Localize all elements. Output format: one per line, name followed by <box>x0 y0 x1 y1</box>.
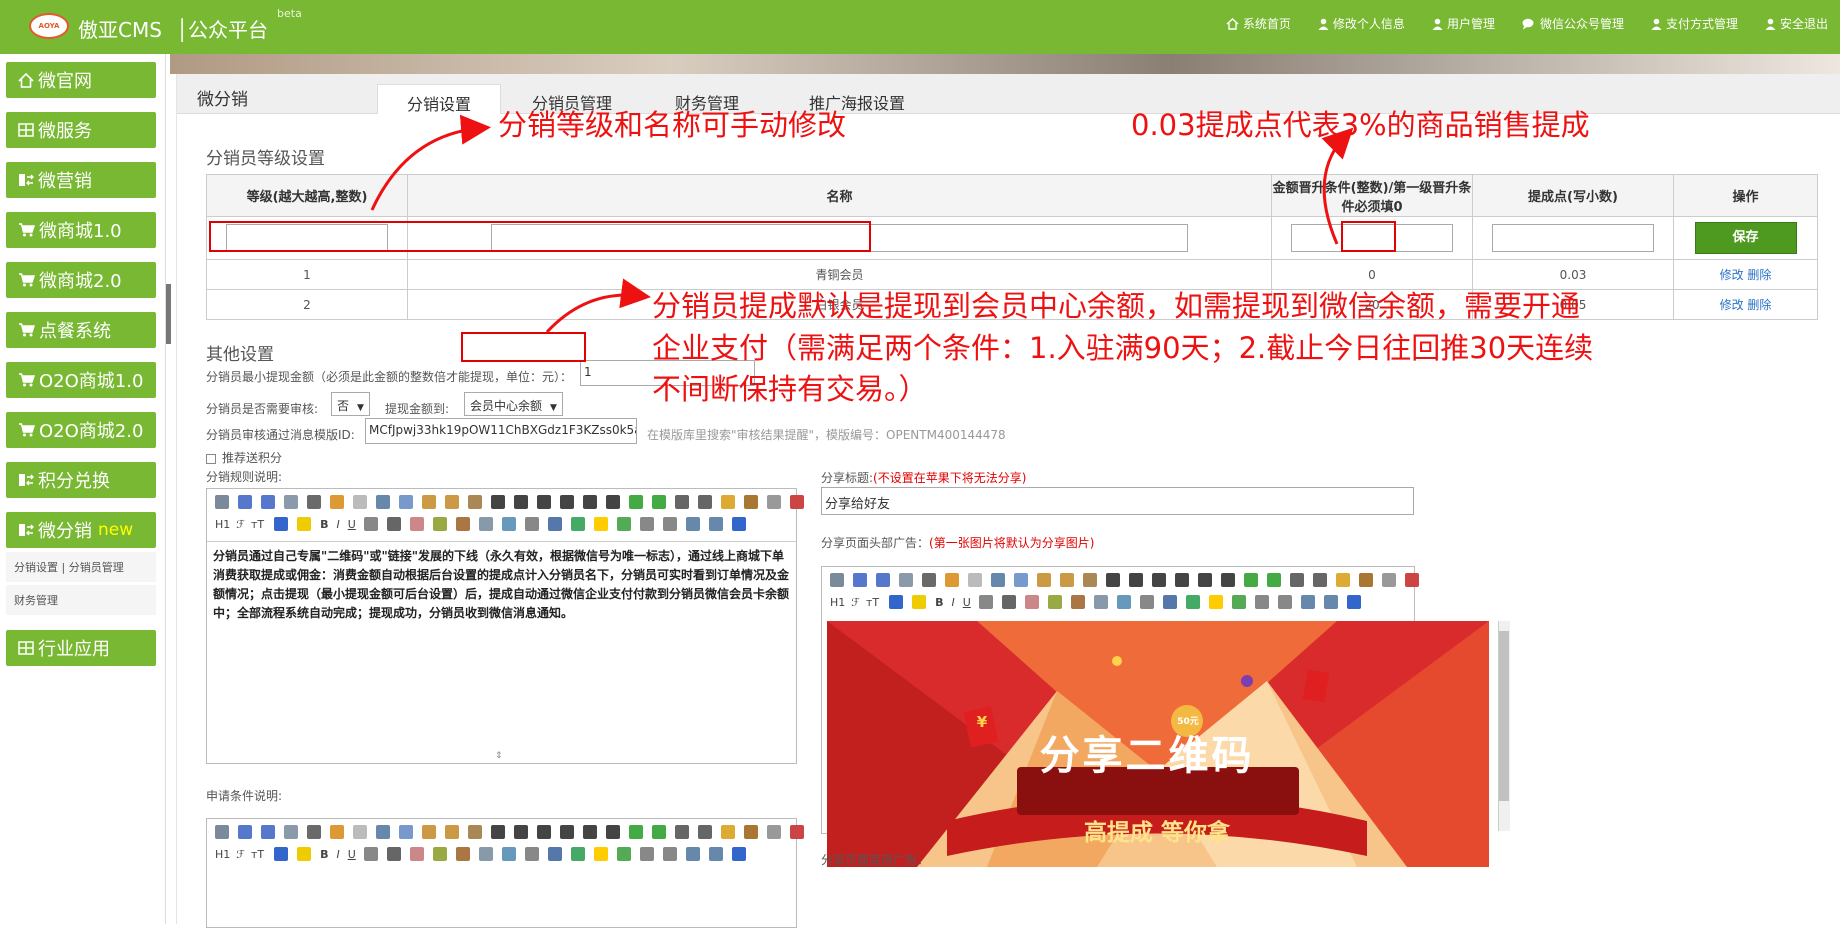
user-icon <box>1765 18 1776 30</box>
rules-text[interactable]: 分销员通过自己专属"二维码"或"链接"发展的下线（永久有效，根据微信号为唯一标志… <box>213 547 791 623</box>
dropdown-arrow-icon: ▼ <box>550 403 557 413</box>
cart-icon <box>19 373 35 387</box>
sidebar: 微官网 微服务 微营销 微商城1.0 微商城2.0 点餐系统 O2O商城1.0 … <box>0 54 166 924</box>
share-head-label: 分享页面头部广告：(第一张图片将默认为分享图片) <box>821 536 1095 550</box>
grid-icon <box>18 641 34 655</box>
cart-icon <box>19 323 35 337</box>
main-content: 微分销 分销设置 分销员管理 财务管理 推广海报设置 分销员等级设置 等级(越大… <box>176 74 1840 928</box>
withdraw-to-select[interactable]: 会员中心余额 ▼ <box>464 392 563 416</box>
platform-name: │公众平台 <box>176 18 269 42</box>
resize-grip-icon[interactable]: ⇕ <box>495 751 503 761</box>
apply-label: 申请条件说明: <box>206 789 283 803</box>
beta-badge: beta <box>277 7 302 20</box>
home-icon <box>1226 17 1239 30</box>
audit-label: 分销员是否需要审核: <box>206 402 319 416</box>
sidebar-item-mall2[interactable]: 微商城2.0 <box>6 262 156 298</box>
nav-home[interactable]: 系统首页 <box>1226 15 1291 32</box>
recommend-points-checkbox[interactable] <box>206 453 216 464</box>
sidebar-collapse-handle[interactable] <box>166 284 171 344</box>
share-foot-label: 分享页面底部广告： <box>821 853 930 867</box>
poster-title: 分享二维码 <box>1039 733 1255 779</box>
sidebar-sub-finance[interactable]: 财务管理 <box>6 585 156 615</box>
template-id-label: 分销员审核通过消息模版ID: <box>206 428 355 442</box>
sidebar-item-ordering[interactable]: 点餐系统 <box>6 312 156 348</box>
rules-editor: H1 ℱтT B I U 分销员通过自己专属"二维码"或"链接"发展的下线（永久有效，根… <box>206 488 804 764</box>
poster-subtitle: 高提成 等你拿 <box>1083 820 1230 846</box>
apply-editor: H1 ℱтT B I U <box>206 818 804 928</box>
cart-icon <box>19 273 35 287</box>
dropdown-arrow-icon: ▼ <box>357 403 364 413</box>
template-id-input[interactable]: MCfJpwj33hk19pOW11ChBXGdz1F3KZss0k5aWw5D… <box>365 418 637 444</box>
top-nav: 系统首页 修改个人信息 用户管理 微信公众号管理 支付方式管理 安全退出 <box>1199 15 1828 32</box>
nav-wechat[interactable]: 微信公众号管理 <box>1522 15 1624 32</box>
sidebar-item-mall1[interactable]: 微商城1.0 <box>6 212 156 248</box>
editor-toolbar-row2: H1 ℱтT B I U <box>830 595 1370 609</box>
scrollbar[interactable] <box>1498 621 1510 831</box>
editor-toolbar <box>215 495 813 509</box>
sidebar-item-distribution[interactable]: 微分销 new <box>6 512 156 548</box>
cart-icon <box>19 223 35 237</box>
poster-redpacket: ¥ <box>976 713 988 731</box>
poster-coin: 50元 <box>1177 717 1199 727</box>
editor-toolbar <box>830 573 1428 587</box>
nav-users[interactable]: 用户管理 <box>1432 15 1495 32</box>
user-icon <box>1651 18 1662 30</box>
sidebar-item-o2o2[interactable]: O2O商城2.0 <box>6 412 156 448</box>
annotation-arrows <box>370 114 1354 334</box>
sidebar-item-marketing[interactable]: 微营销 <box>6 162 156 198</box>
editor-toolbar-row2: H1 ℱтT B I U <box>215 517 755 531</box>
scrollbar-thumb[interactable] <box>1499 631 1509 801</box>
share-poster-image[interactable]: 分享二维码 高提成 等你拿 50元 ¥ <box>827 621 1489 867</box>
switch-icon <box>19 474 34 486</box>
nav-payment[interactable]: 支付方式管理 <box>1651 15 1738 32</box>
sidebar-item-o2o1[interactable]: O2O商城1.0 <box>6 362 156 398</box>
home-icon <box>18 72 34 88</box>
sidebar-sub-settings[interactable]: 分销设置 | 分销员管理 <box>6 552 156 582</box>
logo: AOYA <box>29 13 69 39</box>
sidebar-item-points[interactable]: 积分兑换 <box>6 462 156 498</box>
sidebar-item-service[interactable]: 微服务 <box>6 112 156 148</box>
withdraw-to-label: 提现金额到: <box>385 402 450 416</box>
recommend-points[interactable]: 推荐送积分 <box>206 449 282 466</box>
rules-label: 分销规则说明: <box>206 470 283 484</box>
new-badge: new <box>98 520 134 540</box>
nav-profile[interactable]: 修改个人信息 <box>1318 15 1405 32</box>
sidebar-item-industry[interactable]: 行业应用 <box>6 630 156 666</box>
grid-icon <box>18 123 34 137</box>
cart-icon <box>19 423 35 437</box>
switch-icon <box>19 174 34 186</box>
share-title-input[interactable]: 分享给好友 <box>821 487 1414 515</box>
user-icon <box>1432 18 1443 30</box>
template-hint: 在模版库里搜索"审核结果提醒"，模版编号：OPENTM400144478 <box>647 428 1006 442</box>
header-banner <box>170 54 1840 74</box>
user-icon <box>1318 18 1329 30</box>
sidebar-item-website[interactable]: 微官网 <box>6 62 156 98</box>
brand-name: 傲亚CMS <box>78 18 162 42</box>
audit-select[interactable]: 否 ▼ <box>331 392 370 416</box>
share-head-editor: H1 ℱтT B I U 分享二维码 高提成 等你拿 50元 ¥ <box>821 566 1510 867</box>
switch-icon <box>19 524 34 536</box>
editor-toolbar-row2: H1 ℱтT B I U <box>215 847 755 861</box>
nav-logout[interactable]: 安全退出 <box>1765 15 1828 32</box>
chat-icon <box>1522 18 1534 29</box>
top-bar: AOYA 傲亚CMS │公众平台 beta 系统首页 修改个人信息 用户管理 微… <box>0 0 1840 54</box>
editor-toolbar <box>215 825 813 839</box>
share-title-label: 分享标题:(不设置在苹果下将无法分享) <box>821 471 1027 485</box>
